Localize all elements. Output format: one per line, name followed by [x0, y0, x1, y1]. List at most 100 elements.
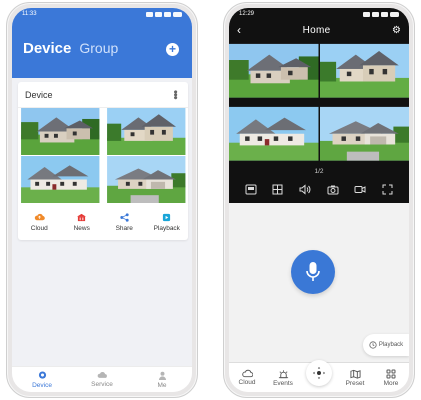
- tab-preset-label: Preset: [345, 379, 365, 387]
- camera-preview-grid[interactable]: [18, 108, 188, 203]
- tab-more-label: More: [383, 379, 399, 387]
- status-icons: [146, 11, 182, 17]
- camera-icon: [38, 370, 46, 379]
- cloud-icon: [97, 372, 107, 378]
- person-icon: [158, 371, 166, 380]
- playback-action-button[interactable]: Playback: [149, 213, 185, 232]
- device-card-header: Device •••: [18, 82, 188, 108]
- device-header: 11:33 Device Group +: [12, 8, 192, 78]
- bluetooth-icon: [146, 11, 153, 17]
- page-title: Home: [302, 24, 331, 36]
- audio-button[interactable]: [298, 182, 312, 196]
- cloud-action-label: Cloud: [30, 224, 48, 232]
- sd-card-button[interactable]: [244, 182, 258, 196]
- tab-events-label: Events: [273, 379, 293, 387]
- bluetooth-icon: [363, 11, 370, 17]
- map-icon: [349, 369, 361, 379]
- tab-me[interactable]: Me: [142, 371, 182, 389]
- gear-icon[interactable]: ⚙: [392, 25, 401, 36]
- tab-more[interactable]: More: [377, 369, 405, 387]
- bottom-tab-bar: Device Service Me: [12, 366, 192, 392]
- left-phone-frame: 11:33 Device Group + Device ••• Cloud Ne…: [6, 2, 198, 398]
- status-time: 11:33: [22, 11, 37, 17]
- status-bar-right: 12:29: [229, 8, 409, 20]
- live-feed-2[interactable]: [320, 40, 410, 102]
- signal-icon: [372, 11, 379, 17]
- playback-icon: [163, 213, 171, 221]
- tab-ptz[interactable]: [305, 359, 333, 386]
- add-device-button[interactable]: +: [166, 43, 179, 56]
- live-feed-1[interactable]: [229, 40, 319, 102]
- tab-events[interactable]: Events: [269, 369, 297, 387]
- share-icon: [120, 212, 129, 222]
- live-view-panel: 12:29 ‹ Home ⚙ 1/2: [229, 8, 409, 203]
- signal-icon: [155, 11, 162, 17]
- wifi-icon: [381, 11, 388, 17]
- cloud-icon: [241, 369, 253, 378]
- tab-preset[interactable]: Preset: [341, 369, 369, 387]
- tab-service-label: Service: [91, 381, 113, 388]
- ptz-control-icon: [306, 359, 332, 386]
- directional-pad-icon: [313, 366, 325, 379]
- battery-icon: [173, 11, 182, 17]
- grid-layout-button[interactable]: [271, 182, 285, 196]
- news-action-button[interactable]: News: [64, 213, 100, 232]
- share-action-label: Share: [115, 224, 133, 232]
- playback-button[interactable]: Playback: [363, 334, 409, 356]
- page-indicator: 1/2: [314, 168, 324, 175]
- tab-cloud[interactable]: Cloud: [233, 369, 261, 386]
- back-arrow-icon[interactable]: ‹: [237, 23, 241, 37]
- cloud-upload-icon: [34, 213, 45, 220]
- right-phone-frame: 12:29 ‹ Home ⚙ 1/2 Playback Cloud Events…: [223, 2, 415, 398]
- live-view-screen: 12:29 ‹ Home ⚙ 1/2 Playback Cloud Events…: [229, 8, 409, 392]
- tab-device-label: Device: [32, 381, 52, 389]
- device-card[interactable]: Device ••• Cloud News Share Playback: [18, 82, 188, 240]
- alarm-icon: [278, 369, 288, 378]
- camera-feed-1[interactable]: [18, 108, 103, 155]
- camera-feed-4[interactable]: [104, 156, 189, 203]
- more-options-icon[interactable]: •••: [169, 90, 181, 99]
- fullscreen-icon: [382, 184, 393, 194]
- tab-device-header[interactable]: Device: [23, 40, 71, 57]
- live-camera-grid[interactable]: [229, 40, 409, 164]
- tab-device[interactable]: Device: [22, 370, 62, 389]
- live-feed-4[interactable]: [320, 103, 410, 165]
- share-action-button[interactable]: Share: [106, 212, 142, 232]
- status-time-right: 12:29: [239, 11, 255, 17]
- tab-service[interactable]: Service: [82, 371, 122, 388]
- snapshot-button[interactable]: [326, 182, 340, 196]
- microphone-icon: [306, 262, 320, 281]
- battery-icon: [390, 11, 399, 17]
- device-list-screen: 11:33 Device Group + Device ••• Cloud Ne…: [12, 8, 192, 392]
- news-action-label: News: [73, 224, 90, 232]
- tab-group-header[interactable]: Group: [79, 40, 118, 56]
- record-button[interactable]: [353, 182, 367, 196]
- sd-card-icon: [245, 184, 257, 194]
- speaker-icon: [299, 183, 311, 195]
- status-icons-right: [363, 11, 399, 17]
- record-icon: [354, 185, 366, 193]
- live-view-toolbar: [229, 179, 409, 199]
- control-tab-bar: Cloud Events Preset More: [229, 359, 409, 392]
- tab-me-label: Me: [157, 381, 167, 389]
- grid-icon: [272, 184, 283, 194]
- talk-button[interactable]: [291, 250, 335, 294]
- status-bar: 11:33: [12, 8, 192, 20]
- device-name: Device: [25, 89, 53, 100]
- wifi-icon: [164, 11, 171, 17]
- camera-snapshot-icon: [327, 185, 339, 194]
- header-tabs: Device Group: [23, 40, 118, 57]
- screenshot-canvas: 11:33 Device Group + Device ••• Cloud Ne…: [0, 0, 421, 400]
- device-actions: Cloud News Share Playback: [18, 203, 188, 239]
- news-icon: [77, 213, 87, 221]
- tab-cloud-label: Cloud: [238, 379, 256, 386]
- camera-feed-3[interactable]: [18, 156, 103, 203]
- apps-icon: [386, 369, 396, 378]
- cloud-action-button[interactable]: Cloud: [21, 213, 57, 232]
- plus-circle-icon: +: [168, 42, 176, 56]
- live-view-navbar: ‹ Home ⚙: [229, 21, 409, 39]
- fullscreen-button[interactable]: [380, 182, 394, 196]
- playback-history-icon: [369, 341, 377, 349]
- live-feed-3[interactable]: [229, 103, 319, 165]
- camera-feed-2[interactable]: [104, 108, 189, 155]
